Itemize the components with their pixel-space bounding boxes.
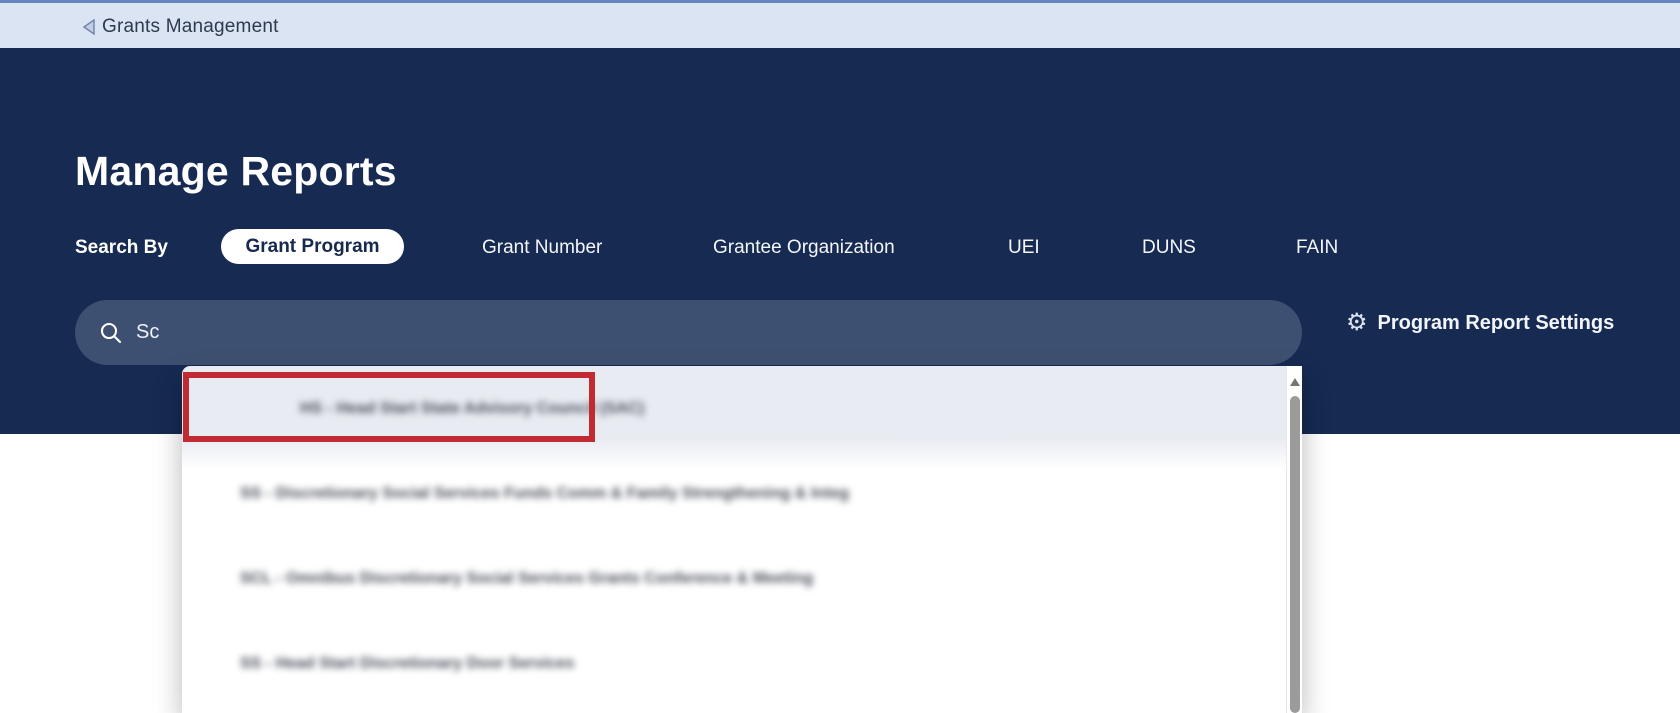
tab-grant-program[interactable]: Grant Program [221,229,404,264]
dropdown-scrollbar[interactable] [1286,366,1302,713]
tab-grant-number[interactable]: Grant Number [482,237,602,259]
search-input[interactable]: Sc [75,300,1302,365]
search-by-label: Search By [75,237,168,259]
app-title: Grants Management [102,16,279,38]
search-input-value: Sc [136,321,159,344]
tab-uei[interactable]: UEI [1008,237,1040,259]
tab-fain[interactable]: FAIN [1296,237,1338,259]
dropdown-item[interactable]: SS - Discretionary Social Services Funds… [182,451,1286,536]
top-app-bar: Grants Management [0,0,1680,48]
page-title: Manage Reports [75,148,397,195]
dropdown-item[interactable]: SS - Head Start Discretionary Door Servi… [182,621,1286,706]
gear-icon: ⚙ [1346,311,1368,335]
tab-grantee-organization[interactable]: Grantee Organization [713,237,895,259]
dropdown-item-label: SCL - Omnibus Discretionary Social Servi… [240,570,813,588]
scrollbar-thumb[interactable] [1290,396,1300,713]
search-suggestions-dropdown: HS - Head Start State Advisory Council (… [182,366,1302,713]
dropdown-item-label: HS - Head Start State Advisory Council (… [300,400,644,418]
dropdown-item[interactable]: SCL - Omnibus Discretionary Social Servi… [182,536,1286,621]
dropdown-item-label: SS - Discretionary Social Services Funds… [240,485,849,503]
program-report-settings-link[interactable]: ⚙ Program Report Settings [1346,311,1614,335]
page: Grants Management Manage Reports Search … [0,0,1680,713]
tab-duns[interactable]: DUNS [1142,237,1196,259]
search-icon [99,321,123,345]
scrollbar-up-arrow-icon[interactable] [1290,378,1300,386]
program-report-settings-label: Program Report Settings [1378,312,1615,335]
dropdown-item-label: SS - Head Start Discretionary Door Servi… [240,655,574,673]
dropdown-item[interactable]: HS - Head Start State Advisory Council (… [182,366,1286,451]
collapse-left-icon[interactable] [82,19,96,35]
